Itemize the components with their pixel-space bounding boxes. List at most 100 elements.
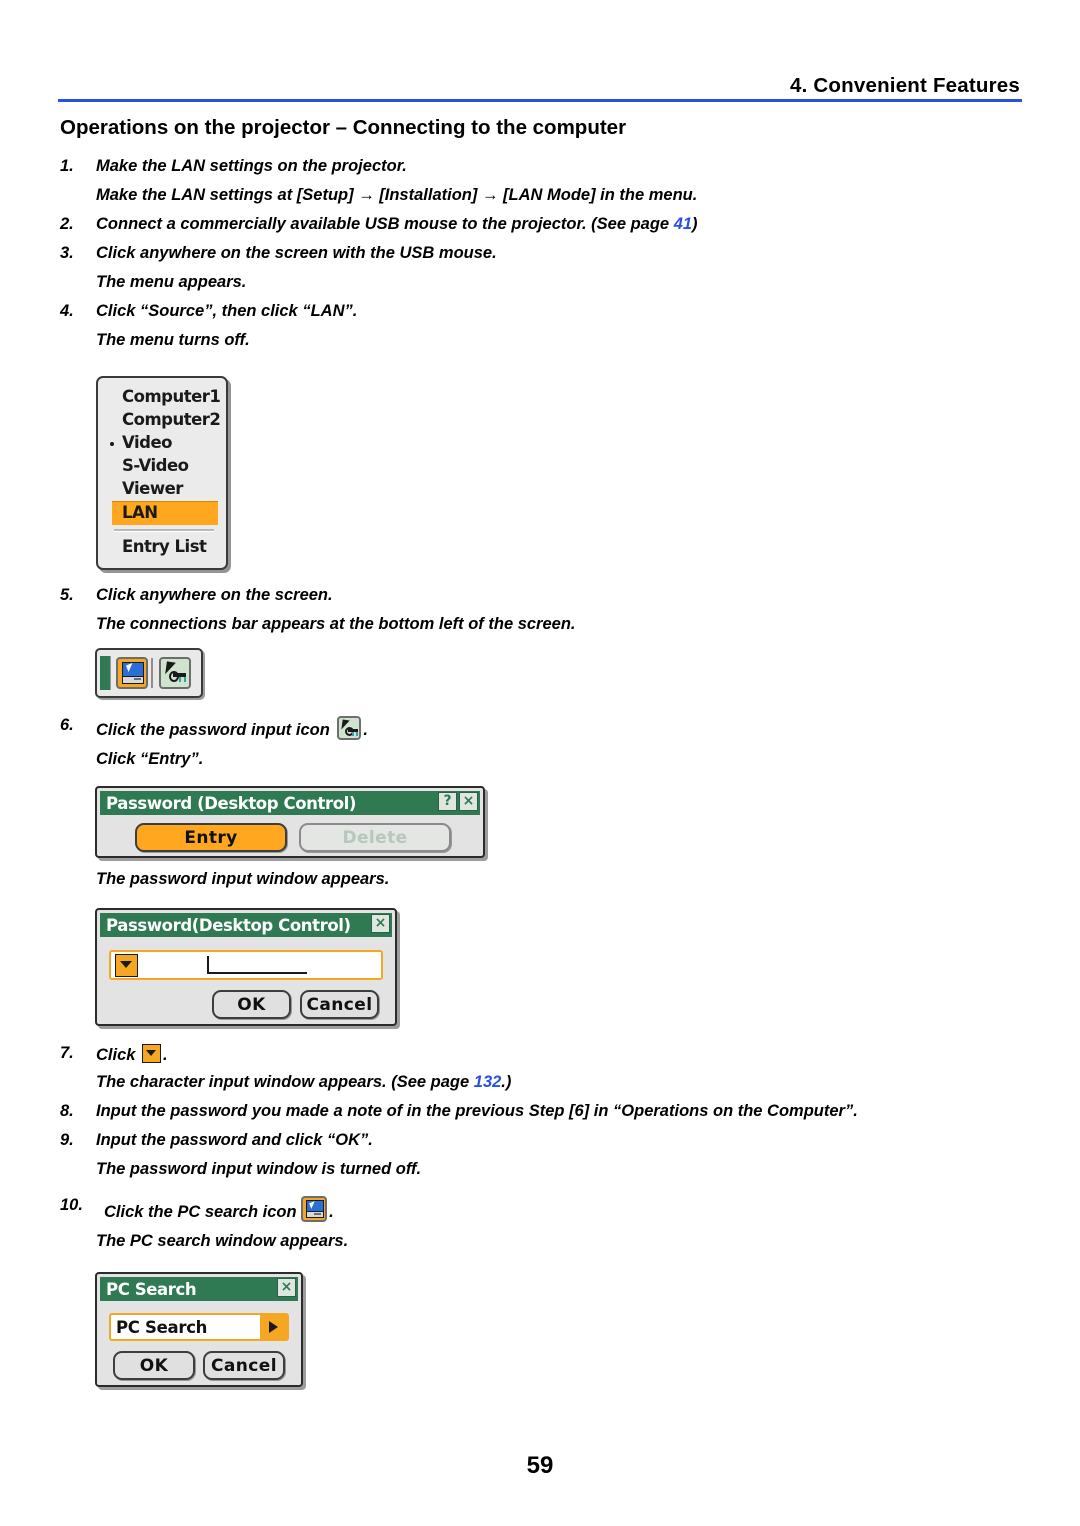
step-9: 9. Input the password and click “OK”. bbox=[60, 1131, 373, 1149]
step-8: 8. Input the password you made a note of… bbox=[60, 1102, 858, 1120]
dialog-title: PC Search bbox=[106, 1279, 197, 1299]
connections-bar-grip[interactable] bbox=[100, 656, 111, 690]
source-menu-item-label: S-Video bbox=[122, 456, 189, 475]
dialog-title-bar: Password(Desktop Control) × bbox=[100, 913, 392, 937]
step-4-note: The menu turns off. bbox=[96, 331, 250, 349]
page-reference-132[interactable]: 132 bbox=[474, 1073, 502, 1091]
step-9-number: 9. bbox=[60, 1131, 74, 1149]
input-underline bbox=[207, 972, 307, 974]
dialog-body: Entry Delete bbox=[97, 815, 483, 861]
source-menu-item-computer1[interactable]: Computer1 bbox=[98, 386, 226, 409]
step-10-number: 10. bbox=[60, 1196, 83, 1214]
step-8-number: 8. bbox=[60, 1102, 74, 1120]
source-menu-separator bbox=[114, 529, 214, 532]
help-icon[interactable]: ? bbox=[438, 792, 457, 811]
chevron-right-icon[interactable] bbox=[260, 1315, 287, 1339]
password-desktop-control-dialog[interactable]: Password (Desktop Control) ? × Entry Del… bbox=[95, 786, 485, 858]
cancel-button[interactable]: Cancel bbox=[300, 990, 379, 1019]
step-7-note: The character input window appears. (See… bbox=[96, 1073, 511, 1091]
source-menu-item-viewer[interactable]: Viewer bbox=[98, 478, 226, 501]
close-icon[interactable]: × bbox=[277, 1278, 296, 1297]
step-10-text-end: . bbox=[329, 1203, 334, 1221]
source-menu-item-lan[interactable]: LAN bbox=[112, 501, 218, 525]
step-6-text: Click the password input icon bbox=[96, 721, 330, 739]
step-8-text: Input the password you made a note of in… bbox=[96, 1102, 858, 1120]
document-page: 4. Convenient Features Operations on the… bbox=[0, 0, 1080, 1526]
source-menu-item-label: Computer1 bbox=[122, 387, 221, 406]
chevron-down-icon[interactable] bbox=[142, 1044, 162, 1063]
source-menu-item-label: Computer2 bbox=[122, 410, 221, 429]
step-4-number: 4. bbox=[60, 302, 74, 320]
step-2-text: Connect a commercially available USB mou… bbox=[96, 215, 674, 233]
step-10-text: Click the PC search icon bbox=[104, 1203, 297, 1221]
pc-search-field[interactable]: PC Search bbox=[109, 1313, 289, 1341]
step-3-number: 3. bbox=[60, 244, 74, 262]
password-input-dialog[interactable]: Password(Desktop Control) × OK Cancel bbox=[95, 908, 397, 1026]
step-7-text-end: . bbox=[163, 1046, 168, 1064]
source-menu-item-label: Video bbox=[122, 433, 172, 452]
page-title: Operations on the projector – Connecting… bbox=[60, 116, 627, 139]
step-9-note: The password input window is turned off. bbox=[96, 1160, 422, 1178]
dialog-title-buttons: × bbox=[277, 1278, 296, 1297]
password-input-icon[interactable] bbox=[337, 716, 362, 740]
step-7-note-text: The character input window appears. (See… bbox=[96, 1073, 474, 1091]
dialog-title-bar: Password (Desktop Control) ? × bbox=[100, 791, 480, 815]
chapter-header: 4. Convenient Features bbox=[790, 74, 1020, 97]
dialog-title: Password(Desktop Control) bbox=[106, 915, 351, 935]
dialog-title-bar: PC Search × bbox=[100, 1277, 298, 1301]
pc-search-dialog[interactable]: PC Search × PC Search OK Cancel bbox=[95, 1272, 303, 1387]
source-menu-item-video[interactable]: Video bbox=[98, 432, 226, 455]
step-1-text: Make the LAN settings on the projector. bbox=[96, 157, 407, 175]
step-7: 7. Click . bbox=[60, 1044, 168, 1064]
dialog-title-buttons: ? × bbox=[438, 792, 478, 811]
step-2: 2. Connect a commercially available USB … bbox=[60, 215, 698, 233]
source-menu-item-s-video[interactable]: S-Video bbox=[98, 455, 226, 478]
dialog-button-row: OK Cancel bbox=[107, 990, 385, 1019]
key-tooth-shape bbox=[356, 732, 359, 736]
pc-search-icon[interactable] bbox=[116, 657, 148, 689]
connections-bar-divider bbox=[151, 658, 153, 688]
step-5-note: The connections bar appears at the botto… bbox=[96, 615, 576, 633]
key-tooth-shape bbox=[184, 677, 186, 682]
ok-button[interactable]: OK bbox=[113, 1351, 195, 1380]
ok-button[interactable]: OK bbox=[212, 990, 291, 1019]
pc-search-icon[interactable] bbox=[301, 1196, 328, 1222]
close-icon[interactable]: × bbox=[459, 792, 478, 811]
close-icon[interactable]: × bbox=[371, 914, 390, 933]
step-5-text: Click anywhere on the screen. bbox=[96, 586, 333, 604]
step-6-text-end: . bbox=[363, 721, 368, 739]
step-3-text: Click anywhere on the screen with the US… bbox=[96, 244, 497, 262]
source-menu-item-label: LAN bbox=[122, 503, 158, 522]
step-5: 5. Click anywhere on the screen. bbox=[60, 586, 333, 604]
key-tooth-shape bbox=[352, 732, 355, 736]
source-menu[interactable]: Computer1 Computer2 Video S-Video Viewer… bbox=[96, 376, 228, 570]
entry-button[interactable]: Entry bbox=[135, 823, 287, 852]
step-1: 1. Make the LAN settings on the projecto… bbox=[60, 157, 407, 175]
source-menu-item-entry-list[interactable]: Entry List bbox=[98, 536, 226, 559]
page-number: 59 bbox=[526, 1452, 554, 1479]
chevron-down-icon[interactable] bbox=[115, 953, 138, 977]
step-3-note: The menu appears. bbox=[96, 273, 247, 291]
dialog-title-buttons: × bbox=[371, 914, 390, 933]
step-9-text: Input the password and click “OK”. bbox=[96, 1131, 373, 1149]
connections-bar[interactable] bbox=[95, 648, 203, 698]
page-reference-41[interactable]: 41 bbox=[674, 215, 692, 233]
monitor-base-shape bbox=[306, 1211, 325, 1218]
step-10-note: The PC search window appears. bbox=[96, 1232, 349, 1250]
step-7-text: Click bbox=[96, 1046, 136, 1064]
step-6: 6. Click the password input icon . bbox=[60, 716, 368, 740]
password-input-icon[interactable] bbox=[159, 657, 191, 689]
password-field[interactable] bbox=[109, 950, 383, 980]
dialog-title: Password (Desktop Control) bbox=[106, 793, 357, 813]
source-menu-item-computer2[interactable]: Computer2 bbox=[98, 409, 226, 432]
current-source-bullet-icon bbox=[110, 441, 114, 446]
step-4-text: Click “Source”, then click “LAN”. bbox=[96, 302, 358, 320]
step-7-note-end: .) bbox=[501, 1073, 512, 1091]
step-5-number: 5. bbox=[60, 586, 74, 604]
pc-search-field-value: PC Search bbox=[116, 1317, 208, 1337]
dialog-body: PC Search OK Cancel bbox=[97, 1301, 301, 1391]
header-rule bbox=[58, 99, 1022, 102]
step-4: 4. Click “Source”, then click “LAN”. bbox=[60, 302, 357, 320]
source-menu-item-label: Entry List bbox=[122, 537, 207, 556]
cancel-button[interactable]: Cancel bbox=[203, 1351, 285, 1380]
